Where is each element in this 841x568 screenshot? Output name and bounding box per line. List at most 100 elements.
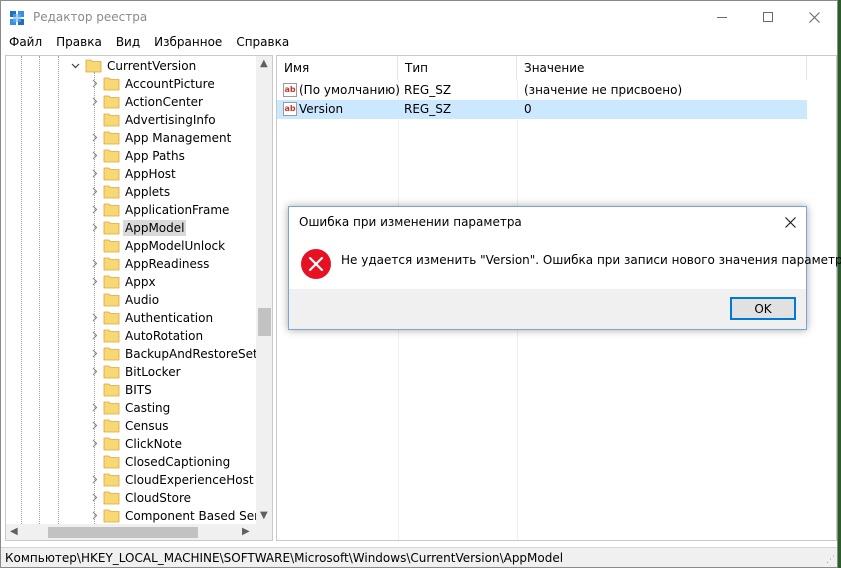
tree-item-label: CloudExperienceHost [125,473,254,487]
svg-text:ab: ab [285,104,296,113]
folder-icon [85,59,102,73]
tree-item[interactable]: AppModel [6,219,256,237]
folder-icon [103,401,120,415]
tree-item[interactable]: AppHost [6,165,256,183]
value-row-default[interactable]: ab (По умолчанию) REG_SZ (значение не пр… [277,81,807,100]
chevron-right-icon[interactable] [90,97,99,106]
chevron-right-icon[interactable] [90,403,99,412]
tree-item-label: AppModelUnlock [125,239,226,253]
scroll-down-icon[interactable]: ▼ [260,510,268,521]
resize-grip-icon[interactable]: ⋰ [826,555,835,565]
chevron-right-icon[interactable] [90,313,99,322]
chevron-right-icon[interactable] [90,223,99,232]
scroll-left-icon[interactable]: ◀ [10,526,18,537]
chevron-right-icon[interactable] [90,331,99,340]
chevron-right-icon[interactable] [90,79,99,88]
folder-icon [103,167,120,181]
tree-item[interactable]: CloudExperienceHost [6,471,256,489]
tree-item[interactable]: BITS [6,381,256,399]
close-icon [784,216,796,228]
tree-item[interactable]: ClosedCaptioning [6,453,256,471]
menu-help[interactable]: Справка [229,33,296,53]
tree-item[interactable]: BitLocker [6,363,256,381]
chevron-right-icon[interactable] [90,475,99,484]
tree-vertical-scrollbar[interactable]: ▲ ▼ [256,56,272,524]
column-header-type[interactable]: Тип [398,56,517,80]
scroll-up-icon[interactable]: ▲ [260,58,268,69]
chevron-right-icon[interactable] [90,133,99,142]
tree-item[interactable]: AccountPicture [6,75,256,93]
tree-item[interactable]: AppModelUnlock [6,237,256,255]
tree-item-label: ActionCenter [125,95,203,109]
menu-edit[interactable]: Правка [49,33,109,53]
tree-item[interactable]: ApplicationFrame [6,201,256,219]
menu-file[interactable]: Файл [1,33,49,53]
key-tree[interactable]: CurrentVersion AccountPicture ActionCente… [5,55,273,541]
menu-view[interactable]: Вид [109,33,147,53]
chevron-right-icon[interactable] [90,259,99,268]
chevron-right-icon[interactable] [90,511,99,520]
close-button[interactable] [791,1,837,33]
value-type: REG_SZ [404,83,452,97]
menu-favorites[interactable]: Избранное [147,33,229,53]
chevron-right-icon[interactable] [90,367,99,376]
scroll-right-icon[interactable]: ▶ [242,526,250,537]
tree-item[interactable]: ClickNote [6,435,256,453]
folder-icon [103,365,120,379]
string-value-icon: ab [283,83,297,97]
tree-item-label: App Paths [125,149,185,163]
tree-item[interactable]: BackupAndRestoreSettir [6,345,271,363]
maximize-button[interactable] [745,1,791,33]
error-icon [301,249,331,279]
chevron-right-icon[interactable] [90,277,99,286]
value-name: Version [299,102,344,116]
tree-item-label: CurrentVersion [107,59,197,73]
chevron-right-icon[interactable] [90,439,99,448]
chevron-right-icon[interactable] [90,151,99,160]
folder-icon [103,95,120,109]
tree-item-currentversion[interactable]: CurrentVersion [6,57,256,75]
scroll-thumb[interactable] [48,527,198,538]
tree-item-label: CloudStore [125,491,191,505]
tree-item[interactable]: Component Based Servi [6,507,270,525]
tree-item-label: Audio [125,293,160,307]
scroll-thumb[interactable] [258,308,271,336]
tree-item[interactable]: Authentication [6,309,256,327]
ok-button[interactable]: OK [730,297,796,320]
minimize-button[interactable] [699,1,745,33]
chevron-right-icon[interactable] [90,421,99,430]
tree-item[interactable]: App Management [6,129,256,147]
tree-item[interactable]: AdvertisingInfo [6,111,256,129]
tree-item[interactable]: AutoRotation [6,327,256,345]
folder-icon [103,473,120,487]
tree-item[interactable]: Applets [6,183,256,201]
tree-item-label: Applets [125,185,171,199]
chevron-right-icon[interactable] [90,493,99,502]
chevron-right-icon[interactable] [90,169,99,178]
folder-icon [103,239,120,253]
chevron-right-icon[interactable] [90,205,99,214]
tree-item[interactable]: AppReadiness [6,255,256,273]
folder-icon [103,311,120,325]
dialog-close-button[interactable] [779,211,801,233]
chevron-right-icon[interactable] [90,187,99,196]
tree-item[interactable]: Audio [6,291,256,309]
tree-item[interactable]: ActionCenter [6,93,256,111]
tree-item[interactable]: Appx [6,273,256,291]
chevron-down-icon[interactable] [71,61,80,70]
tree-item-label: BackupAndRestoreSettir [125,347,271,361]
tree-item-label: App Management [125,131,232,145]
tree-item[interactable]: App Paths [6,147,256,165]
folder-icon [103,491,120,505]
column-header-name[interactable]: Имя [277,56,398,80]
folder-icon [103,329,120,343]
window-title: Редактор реестра [33,10,148,24]
tree-item[interactable]: Casting [6,399,256,417]
title-bar[interactable]: Редактор реестра [1,1,837,33]
column-header-value[interactable]: Значение [517,56,807,80]
tree-item[interactable]: Census [6,417,256,435]
tree-horizontal-scrollbar[interactable]: ◀ ▶ [6,524,256,540]
tree-item[interactable]: CloudStore [6,489,256,507]
value-row-version[interactable]: ab Version REG_SZ 0 [277,100,807,119]
chevron-right-icon[interactable] [90,349,99,358]
